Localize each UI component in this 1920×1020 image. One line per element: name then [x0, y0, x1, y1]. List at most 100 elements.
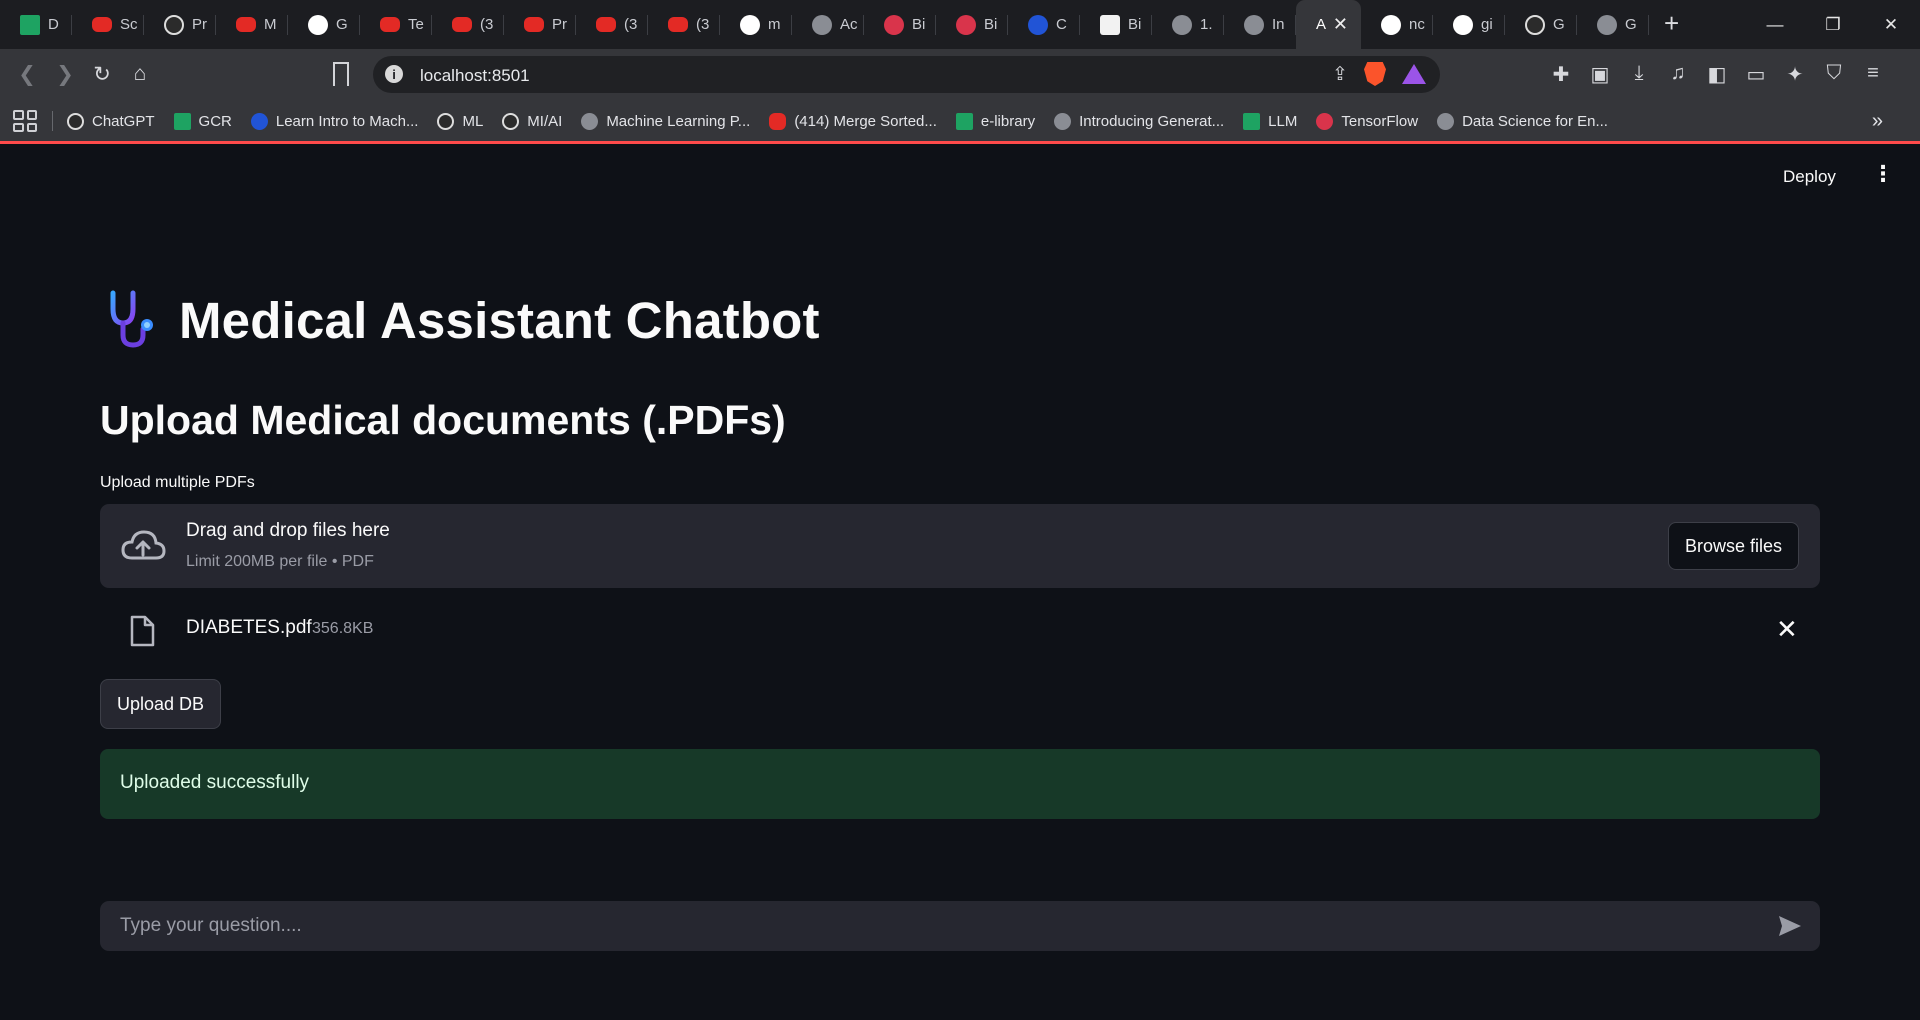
browser-tab[interactable]: G [1577, 0, 1649, 49]
upload-db-button[interactable]: Upload DB [100, 679, 221, 729]
browse-files-button[interactable]: Browse files [1668, 522, 1799, 570]
bookmark-item[interactable]: Introducing Generat... [1054, 112, 1224, 130]
browser-tab[interactable]: C [1008, 0, 1080, 49]
vpn-icon[interactable]: ⛉ [1823, 62, 1845, 87]
media-icon[interactable]: ♫ [1667, 62, 1689, 87]
tensorflow-icon [1316, 112, 1334, 130]
share-icon[interactable]: ⇪ [1332, 63, 1348, 86]
browser-tab[interactable]: (3 [648, 0, 720, 49]
google-icon [1453, 14, 1473, 35]
browser-tab[interactable]: In [1224, 0, 1296, 49]
bookmark-item[interactable]: Learn Intro to Mach... [250, 112, 418, 130]
brave-rewards-icon[interactable] [1402, 64, 1426, 84]
browser-tab[interactable]: Bi [1080, 0, 1152, 49]
library-icon [955, 112, 973, 130]
browser-tab[interactable]: M [216, 0, 288, 49]
tab-label: D [48, 16, 59, 33]
screenshot-icon[interactable]: ▣ [1589, 62, 1611, 87]
sidebar-icon[interactable]: ◧ [1706, 62, 1728, 87]
browser-tab[interactable]: Te [360, 0, 432, 49]
browser-tab[interactable]: gi [1433, 0, 1505, 49]
back-icon[interactable]: ❮ [12, 59, 42, 89]
browser-tab[interactable]: 1. [1152, 0, 1224, 49]
address-bar[interactable]: i localhost:8501 ⇪ [373, 56, 1440, 93]
bookmarks-bar: ChatGPT GCR Learn Intro to Mach... ML MI/AI M… [0, 101, 1920, 144]
toolbar-right-icons: ✚ ▣ ⤓ ♫ ◧ ▭ ✦ ⛉ ≡ [1550, 62, 1884, 87]
bookmark-list: ChatGPT GCR Learn Intro to Mach... ML MI/AI M… [67, 112, 1627, 130]
bookmark-item[interactable]: (414) Merge Sorted... [769, 112, 937, 130]
success-message: Uploaded successfully [120, 772, 310, 793]
file-dropzone[interactable]: Drag and drop files here Limit 200MB per… [100, 504, 1820, 588]
tab-label: Pr [552, 16, 567, 33]
home-icon[interactable]: ⌂ [125, 59, 155, 89]
red-logo-icon [956, 14, 976, 35]
tab-label: M [264, 16, 277, 33]
leo-ai-icon[interactable]: ✦ [1784, 62, 1806, 87]
main-menu-icon[interactable]: ⋮ [1872, 161, 1894, 187]
browser-tab[interactable]: Pr [504, 0, 576, 49]
reload-icon[interactable]: ↻ [87, 59, 117, 89]
github-icon [1381, 14, 1401, 35]
browser-tab[interactable]: nc [1361, 0, 1433, 49]
chat-input[interactable] [100, 901, 1760, 951]
restore-icon[interactable]: ❐ [1804, 0, 1862, 49]
bookmark-label: (414) Merge Sorted... [794, 112, 937, 130]
bookmark-label: LLM [1268, 112, 1298, 130]
browser-tab[interactable]: G [1505, 0, 1577, 49]
bookmark-item[interactable]: ML [437, 112, 483, 130]
browser-tab[interactable]: Sc [72, 0, 144, 49]
bookmark-item[interactable]: GCR [173, 112, 232, 130]
wallet-icon[interactable]: ▭ [1745, 62, 1767, 87]
globe-icon [1597, 14, 1617, 35]
browser-tab[interactable]: Bi [864, 0, 936, 49]
bookmark-item[interactable]: e-library [955, 112, 1035, 130]
bookmark-item[interactable]: Data Science for En... [1437, 112, 1608, 130]
brave-shields-icon[interactable] [1364, 62, 1386, 86]
browser-tab[interactable]: Ac [792, 0, 864, 49]
bookmark-item[interactable]: Machine Learning P... [581, 112, 751, 130]
browser-tab[interactable]: m [720, 0, 792, 49]
bookmark-item[interactable]: TensorFlow [1316, 112, 1418, 130]
browser-tab[interactable]: (3 [432, 0, 504, 49]
downloads-icon[interactable]: ⤓ [1628, 62, 1650, 87]
omnibox-actions: ⇪ [1332, 62, 1426, 86]
openai-icon [67, 112, 84, 130]
minimize-icon[interactable]: — [1746, 0, 1804, 49]
tab-label: Bi [984, 16, 998, 33]
amazon-icon [164, 14, 184, 35]
browser-tab[interactable]: Bi [936, 0, 1008, 49]
bookmark-item[interactable]: MI/AI [502, 112, 563, 130]
window-close-icon[interactable]: ✕ [1862, 0, 1920, 49]
tab-label: Bi [1128, 16, 1142, 33]
browser-tab[interactable]: D [0, 0, 72, 49]
bookmark-page-icon[interactable] [333, 62, 349, 86]
tab-label: Te [408, 16, 424, 33]
bookmark-label: Machine Learning P... [606, 112, 751, 130]
kaggle-icon [250, 112, 268, 130]
stethoscope-icon [110, 290, 153, 348]
site-info-icon[interactable]: i [385, 65, 403, 83]
edx-icon [437, 112, 455, 130]
apps-grid-icon[interactable] [13, 110, 37, 132]
bookmark-item[interactable]: ChatGPT [67, 112, 155, 130]
close-tab-icon[interactable]: ✕ [1333, 14, 1348, 35]
bookmark-label: MI/AI [527, 112, 563, 130]
browser-toolbar: ❮ ❯ ↻ ⌂ i localhost:8501 ⇪ ✚ ▣ ⤓ ♫ ◧ ▭ ✦… [0, 49, 1920, 101]
new-tab-icon[interactable]: + [1664, 8, 1679, 39]
deploy-button[interactable]: Deploy [1783, 167, 1836, 187]
address-url[interactable]: localhost:8501 [420, 66, 530, 86]
more-bookmarks-icon[interactable]: » [1872, 110, 1883, 133]
tab-label: Pr [192, 16, 207, 33]
tab-active[interactable]: A ✕ [1296, 0, 1361, 49]
send-icon[interactable] [1777, 914, 1803, 938]
bookmark-item[interactable]: LLM [1243, 112, 1298, 130]
browser-tab[interactable]: G [288, 0, 360, 49]
browser-tab[interactable]: Pr [144, 0, 216, 49]
browser-tab[interactable]: (3 [576, 0, 648, 49]
menu-icon[interactable]: ≡ [1862, 62, 1884, 87]
extensions-icon[interactable]: ✚ [1550, 62, 1572, 87]
title-row: Medical Assistant Chatbot [103, 289, 820, 351]
remove-file-icon[interactable]: ✕ [1776, 614, 1798, 645]
cloud-upload-icon [121, 530, 166, 560]
forward-icon[interactable]: ❯ [50, 59, 80, 89]
